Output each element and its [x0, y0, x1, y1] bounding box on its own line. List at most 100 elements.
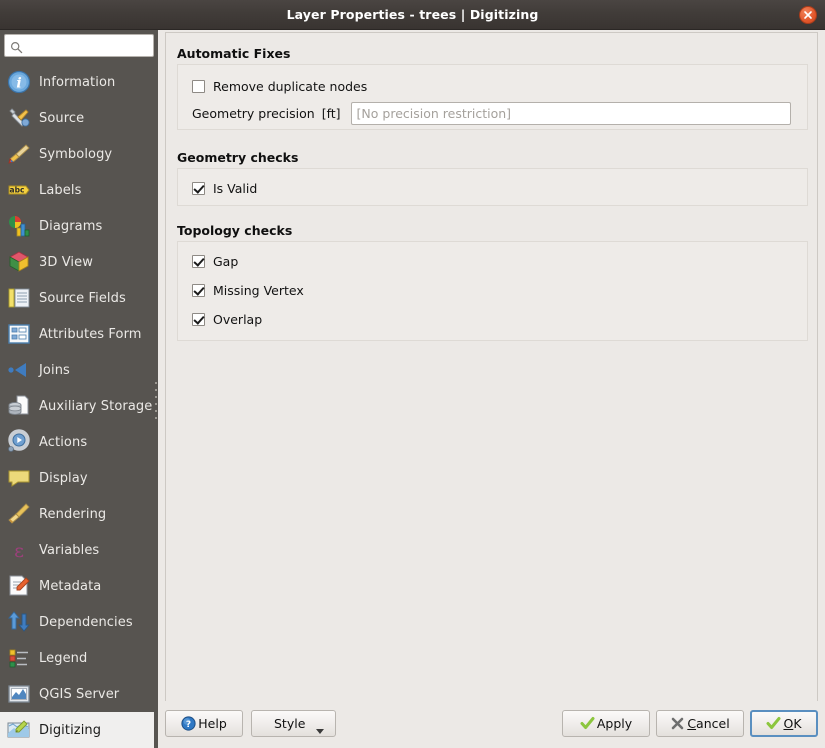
window-title: Layer Properties - trees | Digitizing — [286, 7, 539, 22]
joins-icon — [6, 357, 32, 383]
sidebar-item-metadata[interactable]: Metadata — [0, 568, 158, 604]
sidebar-item-3d-view[interactable]: 3D View — [0, 244, 158, 280]
is-valid-label: Is Valid — [213, 180, 258, 196]
svg-text:i: i — [16, 76, 21, 92]
search-box[interactable] — [4, 34, 155, 58]
overlap-label: Overlap — [213, 311, 263, 327]
sidebar-item-label: Dependencies — [39, 614, 133, 630]
help-button-label: Help — [198, 716, 227, 731]
sidebar-item-auxiliary-storage[interactable]: Auxiliary Storage — [0, 388, 158, 424]
sidebar-item-source[interactable]: Source — [0, 100, 158, 136]
sidebar-item-actions[interactable]: Actions — [0, 424, 158, 460]
gap-checkbox[interactable] — [192, 254, 205, 268]
sidebar-item-qgis-server[interactable]: QGIS Server — [0, 676, 158, 712]
sidebar-item-rendering[interactable]: Rendering — [0, 496, 158, 532]
sidebar-item-label: Rendering — [39, 506, 107, 522]
check-icon — [580, 716, 595, 731]
sidebar-item-labels[interactable]: abc Labels — [0, 172, 158, 208]
svg-text:ε: ε — [14, 540, 24, 562]
geometry-checks-group: Is Valid — [177, 168, 808, 206]
sidebar-item-attributes-form[interactable]: Attributes Form — [0, 316, 158, 352]
3d-view-icon — [6, 249, 32, 275]
topology-checks-group: Gap Missing Vertex Overlap — [177, 241, 808, 341]
information-icon: i — [6, 69, 32, 95]
sidebar-nav-list: i Information Source Symbology abc Label… — [0, 64, 158, 748]
sidebar-item-label: Labels — [39, 182, 82, 198]
geometry-check-row[interactable]: Is Valid — [192, 175, 257, 201]
remove-duplicate-nodes-label: Remove duplicate nodes — [213, 78, 368, 94]
topology-checks-title: Topology checks — [177, 223, 293, 238]
search-input[interactable] — [27, 35, 155, 58]
digitizing-settings-panel: Automatic Fixes Remove duplicate nodes G… — [165, 32, 818, 729]
auxiliary-storage-icon — [6, 393, 32, 419]
geometry-precision-input[interactable] — [350, 101, 791, 125]
rendering-icon — [6, 501, 32, 527]
sidebar-item-dependencies[interactable]: Dependencies — [0, 604, 158, 640]
source-icon — [6, 105, 32, 131]
sidebar-item-information[interactable]: i Information — [0, 64, 158, 100]
dialog-button-bar: ? Help Style Apply Cancel OK — [158, 701, 825, 748]
diagrams-icon — [6, 213, 32, 239]
remove-duplicate-nodes-checkbox[interactable] — [192, 79, 205, 93]
sidebar-item-label: Auxiliary Storage — [39, 398, 153, 414]
qgis-server-icon — [6, 681, 32, 707]
source-fields-icon — [6, 285, 32, 311]
geometry-precision-row: Geometry precision [ft] — [192, 100, 796, 126]
sidebar-item-legend[interactable]: Legend — [0, 640, 158, 676]
sidebar-item-display[interactable]: Display — [0, 460, 158, 496]
cancel-button[interactable]: Cancel — [656, 710, 744, 737]
sidebar-item-label: Variables — [39, 542, 100, 558]
remove-duplicate-nodes-row[interactable]: Remove duplicate nodes — [192, 73, 367, 99]
svg-text:?: ? — [186, 720, 191, 730]
close-icon[interactable] — [799, 6, 817, 24]
automatic-fixes-group: Remove duplicate nodes Geometry precisio… — [177, 64, 808, 130]
geometry-precision-unit: [ft] — [321, 105, 341, 121]
sidebar-item-diagrams[interactable]: Diagrams — [0, 208, 158, 244]
apply-button-label: Apply — [596, 716, 633, 731]
automatic-fixes-title: Automatic Fixes — [177, 46, 291, 61]
sidebar-item-variables[interactable]: ε Variables — [0, 532, 158, 568]
sidebar-item-label: Source — [39, 110, 85, 126]
dependencies-icon — [6, 609, 32, 635]
style-button-label: Style — [274, 716, 306, 731]
sidebar-item-label: Legend — [39, 650, 88, 666]
sidebar: i Information Source Symbology abc Label… — [0, 30, 158, 748]
sidebar-item-joins[interactable]: Joins — [0, 352, 158, 388]
sidebar-item-label: 3D View — [39, 254, 93, 270]
sidebar-item-label: Digitizing — [39, 722, 102, 738]
topology-check-row[interactable]: Overlap — [192, 306, 262, 332]
missing-vertex-checkbox[interactable] — [192, 283, 205, 297]
sidebar-item-symbology[interactable]: Symbology — [0, 136, 158, 172]
sidebar-item-label: Source Fields — [39, 290, 126, 306]
topology-check-row[interactable]: Missing Vertex — [192, 277, 304, 303]
digitizing-icon — [6, 717, 32, 743]
svg-text:abc: abc — [10, 186, 25, 195]
legend-icon — [6, 645, 32, 671]
ok-button[interactable]: OK — [750, 710, 818, 737]
topology-check-row[interactable]: Gap — [192, 248, 238, 274]
is-valid-checkbox[interactable] — [192, 181, 205, 195]
gap-label: Gap — [213, 253, 239, 269]
sidebar-item-label: Symbology — [39, 146, 113, 162]
help-button[interactable]: ? Help — [165, 710, 243, 737]
sidebar-item-label: Attributes Form — [39, 326, 142, 342]
style-button[interactable]: Style — [251, 710, 336, 737]
titlebar: Layer Properties - trees | Digitizing — [0, 0, 825, 30]
cross-icon — [670, 716, 685, 731]
overlap-checkbox[interactable] — [192, 312, 205, 326]
check-icon — [766, 716, 781, 731]
cancel-button-accel: Cancel — [687, 716, 730, 731]
sidebar-item-digitizing[interactable]: Digitizing — [0, 712, 158, 748]
labels-icon: abc — [6, 177, 32, 203]
layer-properties-dialog: Layer Properties - trees | Digitizing i … — [0, 0, 825, 748]
sidebar-item-source-fields[interactable]: Source Fields — [0, 280, 158, 316]
sidebar-item-label: QGIS Server — [39, 686, 120, 702]
splitter-handle-dots — [155, 382, 157, 422]
sidebar-item-label: Diagrams — [39, 218, 103, 234]
apply-button[interactable]: Apply — [562, 710, 650, 737]
display-icon — [6, 465, 32, 491]
help-icon: ? — [181, 716, 196, 731]
main-panel: Automatic Fixes Remove duplicate nodes G… — [158, 30, 825, 748]
variables-icon: ε — [6, 537, 32, 563]
actions-icon — [6, 429, 32, 455]
